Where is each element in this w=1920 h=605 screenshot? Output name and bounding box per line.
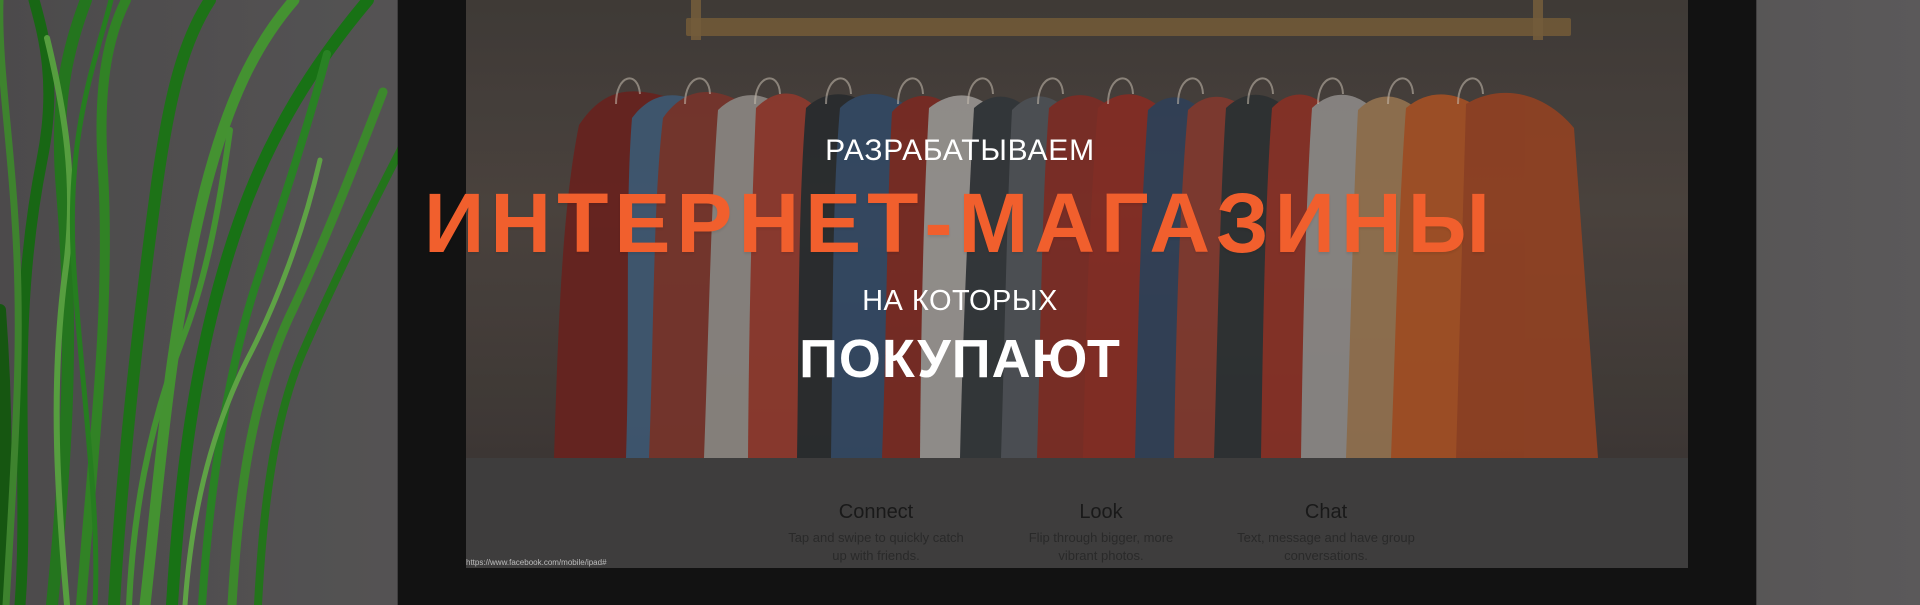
feature-title: Look	[1079, 501, 1123, 523]
website-content-panel: Connect Tap and swipe to quickly catch u…	[466, 458, 1688, 568]
feature-description: Text, message and have group conversatio…	[1237, 530, 1415, 563]
hero-line-where: НА КОТОРЫХ	[862, 285, 1058, 317]
feature-connect: Connect Tap and swipe to quickly catch u…	[786, 500, 966, 568]
feature-title: Connect	[838, 501, 914, 523]
feature-title: Chat	[1304, 501, 1348, 523]
status-url: https://www.facebook.com/mobile/ipad#	[466, 558, 607, 567]
hero-banner: Connect Tap and swipe to quickly catch u…	[0, 0, 1920, 605]
hero-line-develop: РАЗРАБАТЫВАЕМ	[825, 134, 1095, 167]
hero-line-stores: ИНТЕРНЕТ-МАГАЗИНЫ	[424, 176, 1496, 270]
feature-list: Connect Tap and swipe to quickly catch u…	[786, 500, 1416, 568]
feature-description: Tap and swipe to quickly catch up with f…	[788, 530, 964, 563]
feature-chat: Chat Text, message and have group conver…	[1236, 500, 1416, 568]
feature-description: Flip through bigger, more vibrant photos…	[1028, 530, 1174, 563]
hero-line-buy: ПОКУПАЮТ	[799, 329, 1121, 389]
feature-look: Look Flip through bigger, more vibrant p…	[1011, 500, 1191, 568]
